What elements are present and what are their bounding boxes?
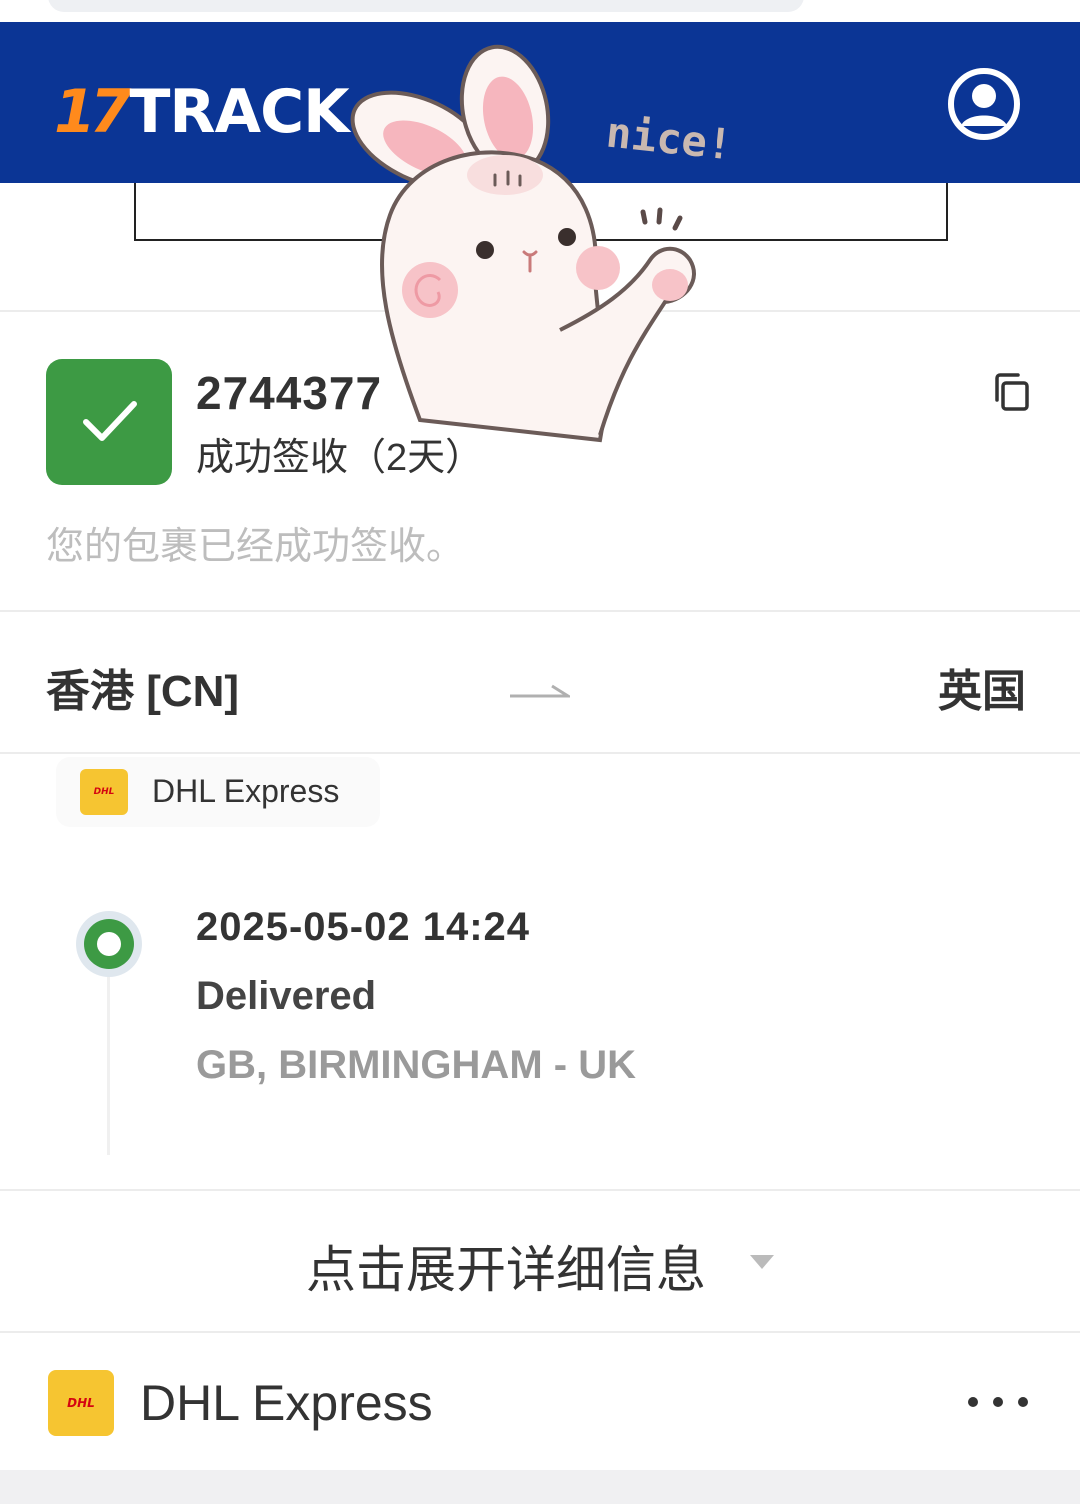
carrier-chip[interactable]: DHL DHL Express: [56, 757, 380, 827]
app-logo[interactable]: 17 TRACK: [54, 72, 350, 152]
copy-icon[interactable]: [990, 370, 1034, 414]
dhl-logo-icon: DHL: [48, 1370, 114, 1436]
caret-down-icon[interactable]: [750, 1255, 774, 1269]
dhl-logo-text: DHL: [67, 1396, 95, 1410]
dhl-logo-text: DHL: [93, 787, 115, 797]
event-status: Delivered: [196, 974, 377, 1018]
app-header: 17 TRACK: [0, 22, 1080, 183]
route-origin: 香港 [CN]: [46, 667, 240, 716]
event-time: 2025-05-02 14:24: [196, 905, 531, 949]
status-badge: [46, 359, 172, 485]
status-strip: [0, 0, 1080, 22]
arrow-right-icon: [510, 684, 570, 698]
timeline-line: [107, 975, 110, 1155]
status-description: 您的包裹已经成功签收。: [46, 526, 465, 568]
divider: [0, 752, 1080, 754]
search-bar[interactable]: [48, 0, 804, 12]
expand-details-label[interactable]: 点击展开详细信息: [306, 1230, 706, 1302]
event-location: GB, BIRMINGHAM - UK: [196, 1043, 636, 1087]
carrier-row-label: DHL Express: [140, 1375, 433, 1431]
tracking-number[interactable]: 2744377: [196, 366, 382, 420]
carrier-chip-label: DHL Express: [152, 773, 340, 809]
dhl-logo-icon: DHL: [80, 769, 128, 815]
route-destination: 英国: [938, 667, 1026, 716]
divider: [0, 1189, 1080, 1191]
bottom-strip: [0, 1470, 1080, 1504]
logo-number: 17: [54, 77, 131, 147]
banner-frame: [134, 183, 948, 241]
carrier-row[interactable]: DHL DHL Express: [0, 1334, 1080, 1470]
more-horizontal-icon[interactable]: [968, 1390, 1028, 1414]
delivery-status: 成功签收（2天）: [196, 437, 484, 479]
user-circle-icon[interactable]: [946, 66, 1022, 142]
timeline-dot-center: [97, 932, 121, 956]
check-icon: [83, 401, 137, 441]
divider: [0, 610, 1080, 612]
divider: [0, 310, 1080, 312]
divider: [0, 1331, 1080, 1333]
logo-text: TRACK: [129, 77, 350, 147]
